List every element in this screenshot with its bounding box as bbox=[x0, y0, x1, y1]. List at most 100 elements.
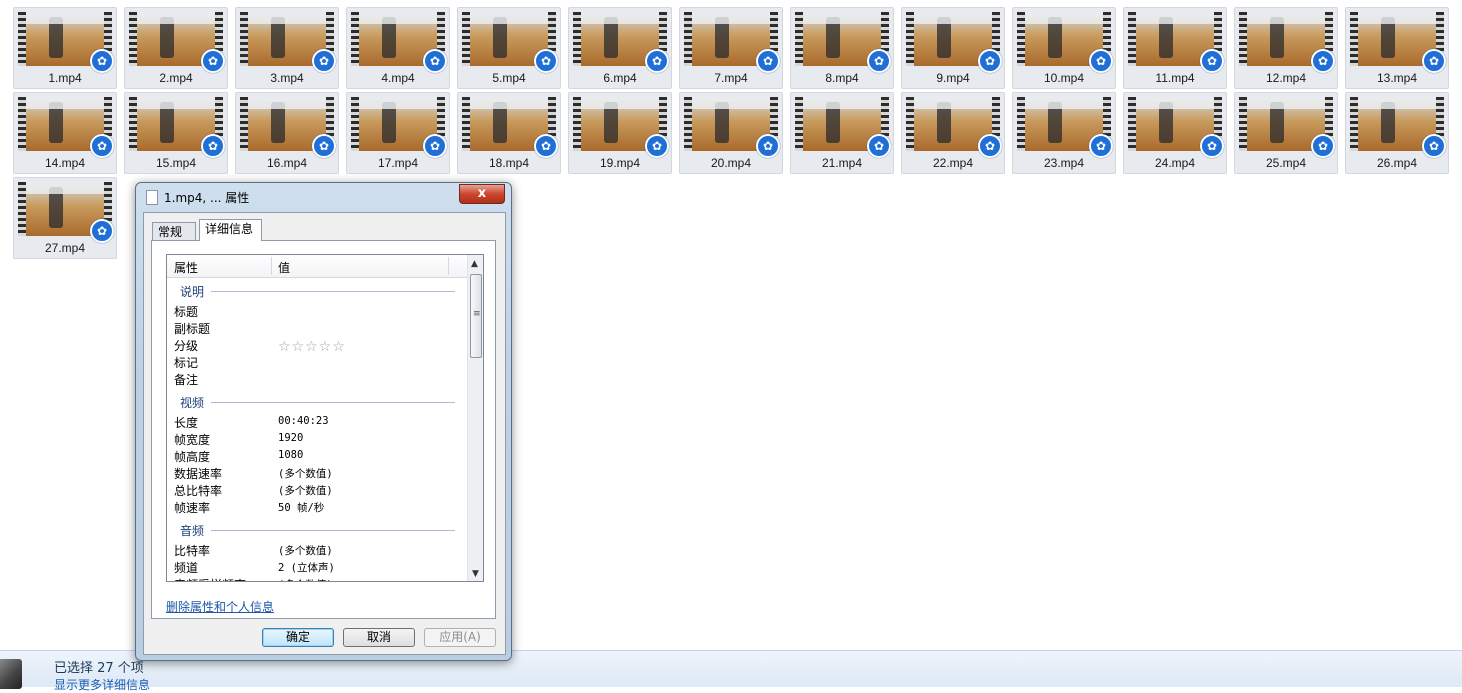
dialog-title: 1.mp4, ... 属性 bbox=[164, 191, 250, 205]
scroll-down-icon[interactable]: ▼ bbox=[472, 569, 479, 579]
prop-value[interactable]: (多个数值) bbox=[278, 466, 333, 481]
prop-comments[interactable]: 备注 bbox=[174, 371, 198, 388]
file-name: 17.mp4 bbox=[377, 156, 419, 170]
close-button[interactable]: x bbox=[459, 184, 505, 204]
file-tile[interactable]: ✿ 25.mp4 bbox=[1234, 92, 1338, 174]
column-divider[interactable] bbox=[448, 257, 449, 275]
file-tile[interactable]: ✿ 12.mp4 bbox=[1234, 7, 1338, 89]
file-tile[interactable]: ✿ 24.mp4 bbox=[1123, 92, 1227, 174]
prop-value[interactable]: (多个数值) bbox=[278, 483, 333, 498]
file-tile[interactable]: ✿ 3.mp4 bbox=[235, 7, 339, 89]
file-tile[interactable]: ✿ 20.mp4 bbox=[679, 92, 783, 174]
tab-general[interactable]: 常规 bbox=[152, 222, 196, 240]
file-tile[interactable]: ✿ 27.mp4 bbox=[13, 177, 117, 259]
file-tile[interactable]: ✿ 5.mp4 bbox=[457, 7, 561, 89]
file-tile[interactable]: ✿ 2.mp4 bbox=[124, 7, 228, 89]
prop-value[interactable]: 1920 bbox=[278, 432, 303, 444]
file-tile[interactable]: ✿ 16.mp4 bbox=[235, 92, 339, 174]
prop-name[interactable]: 频道 bbox=[174, 559, 198, 576]
prop-name[interactable]: 比特率 bbox=[174, 542, 210, 559]
ok-button[interactable]: 确定 bbox=[262, 628, 334, 647]
media-player-icon: ✿ bbox=[534, 134, 558, 158]
media-player-icon: ✿ bbox=[423, 134, 447, 158]
file-name: 12.mp4 bbox=[1265, 71, 1307, 85]
prop-name[interactable]: 长度 bbox=[174, 414, 198, 431]
prop-name[interactable]: 帧宽度 bbox=[174, 431, 210, 448]
media-player-icon: ✿ bbox=[312, 49, 336, 73]
prop-name[interactable]: 音频采样频率 bbox=[174, 576, 246, 581]
film-strip-icon bbox=[906, 97, 914, 151]
column-header-value[interactable]: 值 bbox=[278, 259, 290, 276]
file-tile[interactable]: ✿ 26.mp4 bbox=[1345, 92, 1449, 174]
media-player-icon: ✿ bbox=[756, 134, 780, 158]
prop-value[interactable]: 1080 bbox=[278, 449, 303, 461]
file-tile[interactable]: ✿ 15.mp4 bbox=[124, 92, 228, 174]
media-player-icon: ✿ bbox=[1311, 49, 1335, 73]
cancel-button[interactable]: 取消 bbox=[343, 628, 415, 647]
file-tile[interactable]: ✿ 8.mp4 bbox=[790, 7, 894, 89]
prop-value[interactable]: 00:40:23 bbox=[278, 415, 329, 427]
prop-tags[interactable]: 标记 bbox=[174, 354, 198, 371]
prop-value[interactable]: 2 (立体声) bbox=[278, 560, 335, 575]
file-name: 3.mp4 bbox=[270, 71, 304, 85]
file-tile[interactable]: ✿ 4.mp4 bbox=[346, 7, 450, 89]
remove-properties-link[interactable]: 删除属性和个人信息 bbox=[166, 598, 274, 615]
group-divider bbox=[211, 530, 455, 531]
film-strip-icon bbox=[573, 12, 581, 66]
file-tile[interactable]: ✿ 1.mp4 bbox=[13, 7, 117, 89]
apply-button[interactable]: 应用(A) bbox=[424, 628, 496, 647]
file-tile[interactable]: ✿ 14.mp4 bbox=[13, 92, 117, 174]
rating-stars[interactable]: ☆☆☆☆☆ bbox=[278, 339, 346, 355]
file-name: 10.mp4 bbox=[1043, 71, 1085, 85]
prop-name[interactable]: 数据速率 bbox=[174, 465, 222, 482]
dialog-titlebar[interactable]: 1.mp4, ... 属性 x bbox=[136, 183, 511, 211]
film-strip-icon bbox=[1128, 97, 1136, 151]
file-tile[interactable]: ✿ 17.mp4 bbox=[346, 92, 450, 174]
film-strip-icon bbox=[351, 97, 359, 151]
file-name: 22.mp4 bbox=[932, 156, 974, 170]
show-more-details-link[interactable]: 显示更多详细信息 bbox=[54, 676, 150, 693]
file-tile[interactable]: ✿ 7.mp4 bbox=[679, 7, 783, 89]
file-name: 2.mp4 bbox=[159, 71, 193, 85]
prop-name[interactable]: 帧速率 bbox=[174, 499, 210, 516]
file-tile[interactable]: ✿ 10.mp4 bbox=[1012, 7, 1116, 89]
media-player-icon: ✿ bbox=[1422, 49, 1446, 73]
file-tile[interactable]: ✿ 21.mp4 bbox=[790, 92, 894, 174]
file-tile[interactable]: ✿ 9.mp4 bbox=[901, 7, 1005, 89]
file-name: 15.mp4 bbox=[155, 156, 197, 170]
tab-details[interactable]: 详细信息 bbox=[199, 219, 262, 241]
media-player-icon: ✿ bbox=[978, 134, 1002, 158]
vertical-scrollbar[interactable]: ▲ ≡ ▼ bbox=[467, 255, 483, 581]
prop-name[interactable]: 总比特率 bbox=[174, 482, 222, 499]
prop-subtitle[interactable]: 副标题 bbox=[174, 320, 210, 337]
file-name: 6.mp4 bbox=[603, 71, 637, 85]
file-tile[interactable]: ✿ 23.mp4 bbox=[1012, 92, 1116, 174]
prop-rating[interactable]: 分级 bbox=[174, 337, 198, 354]
film-strip-icon bbox=[462, 97, 470, 151]
selection-thumbnail-icon bbox=[0, 659, 22, 689]
scroll-up-icon[interactable]: ▲ bbox=[471, 259, 478, 269]
file-tile[interactable]: ✿ 19.mp4 bbox=[568, 92, 672, 174]
media-player-icon: ✿ bbox=[534, 49, 558, 73]
scroll-thumb[interactable]: ≡ bbox=[470, 274, 482, 358]
prop-value[interactable]: (多个数值) bbox=[278, 543, 333, 558]
file-icon bbox=[146, 190, 158, 205]
prop-name[interactable]: 帧高度 bbox=[174, 448, 210, 465]
film-strip-icon bbox=[906, 12, 914, 66]
film-strip-icon bbox=[1350, 97, 1358, 151]
file-name: 27.mp4 bbox=[44, 241, 86, 255]
file-name: 7.mp4 bbox=[714, 71, 748, 85]
prop-title[interactable]: 标题 bbox=[174, 303, 198, 320]
prop-value[interactable]: (多个数值) bbox=[278, 577, 333, 581]
media-player-icon: ✿ bbox=[867, 49, 891, 73]
column-header-property[interactable]: 属性 bbox=[174, 259, 198, 276]
file-tile[interactable]: ✿ 18.mp4 bbox=[457, 92, 561, 174]
column-divider[interactable] bbox=[271, 257, 272, 275]
file-tile[interactable]: ✿ 11.mp4 bbox=[1123, 7, 1227, 89]
file-tile[interactable]: ✿ 13.mp4 bbox=[1345, 7, 1449, 89]
film-strip-icon bbox=[1128, 12, 1136, 66]
file-name: 18.mp4 bbox=[488, 156, 530, 170]
prop-value[interactable]: 50 帧/秒 bbox=[278, 500, 324, 515]
file-tile[interactable]: ✿ 22.mp4 bbox=[901, 92, 1005, 174]
file-tile[interactable]: ✿ 6.mp4 bbox=[568, 7, 672, 89]
